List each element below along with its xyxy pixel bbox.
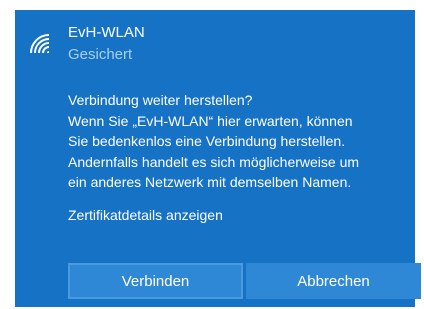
wifi-icon: [28, 32, 56, 56]
message-line: ein anderes Netzwerk mit demselben Namen…: [68, 174, 352, 191]
network-name: EvH-WLAN: [68, 24, 145, 41]
wifi-network-panel: EvH-WLAN Gesichert Verbindung weiter her…: [15, 10, 421, 307]
connect-button[interactable]: Verbinden: [68, 263, 243, 299]
message-line: Verbindung weiter herstellen?: [68, 92, 253, 108]
certificate-details-link[interactable]: Zertifikatdetails anzeigen: [68, 205, 223, 225]
cancel-button[interactable]: Abbrechen: [246, 263, 421, 299]
message-line: Andernfalls handelt es sich möglicherwei…: [68, 153, 360, 170]
connection-warning-message: Verbindung weiter herstellen? Wenn Sie „…: [68, 90, 413, 193]
message-line: Sie bedenkenlos eine Verbindung herstell…: [68, 133, 346, 150]
message-line: Wenn Sie „EvH-WLAN“ hier erwarten, könne…: [68, 112, 353, 129]
network-security-status: Gesichert: [68, 46, 133, 63]
